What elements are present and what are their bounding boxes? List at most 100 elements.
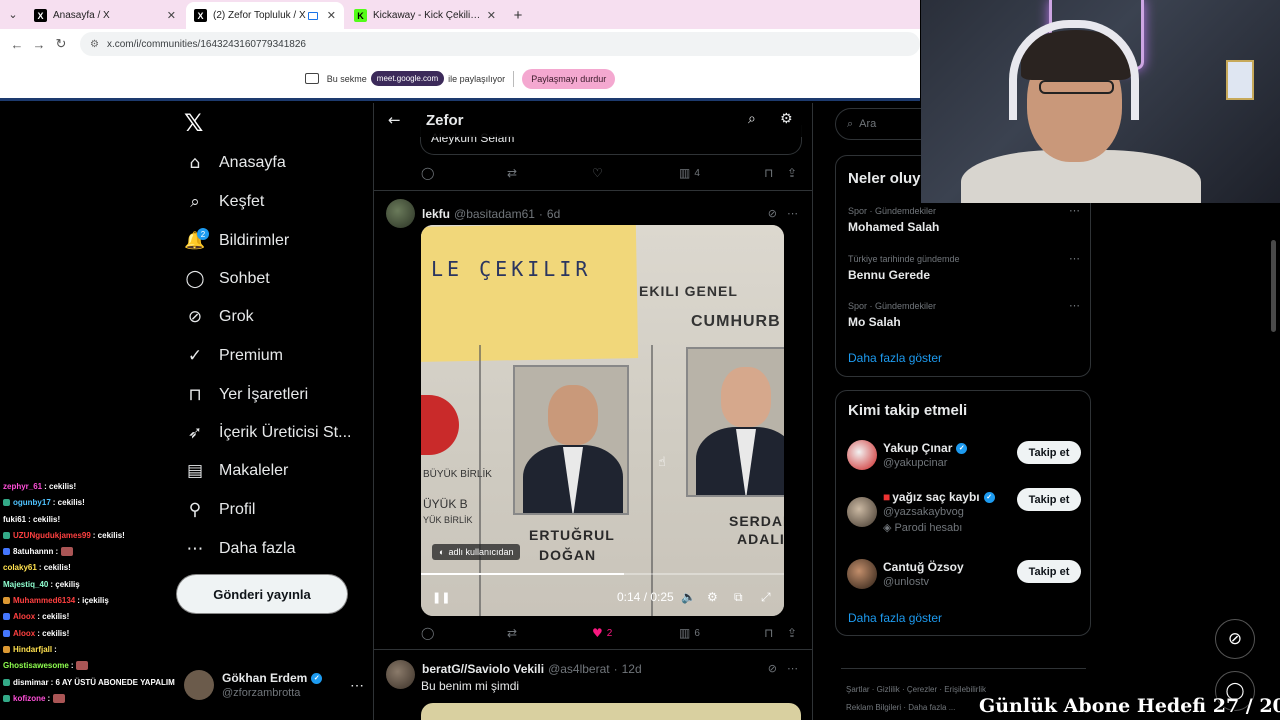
bookmark-icon[interactable]: ⊓: [764, 166, 773, 180]
trend-item[interactable]: Spor · Gündemdekiler Mo Salah ⋯: [848, 299, 1080, 329]
forward-arrow-icon[interactable]: →: [28, 37, 50, 52]
tweet-author-name[interactable]: beratG//Saviolo Vekili: [422, 662, 544, 676]
follow-suggestion[interactable]: Cantuğ Özsoy @unlostv Takip et: [847, 554, 1081, 594]
more-dots-icon[interactable]: ⋯: [1069, 252, 1080, 265]
settings-icon[interactable]: ⚙: [707, 590, 718, 604]
reply-icon[interactable]: ◯: [421, 166, 434, 180]
trend-context: Spor · Gündemdekiler: [848, 301, 937, 311]
more-dots-icon[interactable]: ⋯: [1069, 299, 1080, 312]
trend-item[interactable]: Türkiye tarihinde gündemde Bennu Gerede …: [848, 252, 1080, 282]
video-source-label[interactable]: ◐ adlı kullanıcıdan: [432, 544, 521, 560]
views-icon[interactable]: ▥ 4: [679, 166, 700, 180]
trend-item[interactable]: Spor · Gündemdekiler Mohamed Salah ⋯: [848, 204, 1080, 234]
grok-float-icon[interactable]: ⊘: [1215, 619, 1255, 659]
tweet-media[interactable]: [421, 703, 801, 720]
follow-name: yağız saç kaybı: [892, 490, 980, 504]
more-dots-icon[interactable]: ⋯: [787, 207, 798, 220]
url-field[interactable]: ⚙ x.com/i/communities/164324316077934182…: [80, 32, 920, 56]
follow-suggestion[interactable]: Yakup Çınar ✓ @yakupcinar Takip et: [847, 435, 1081, 475]
back-arrow-icon[interactable]: ←: [388, 111, 408, 129]
show-more-link[interactable]: Daha fazla göster: [848, 611, 942, 625]
site-info-icon[interactable]: ⚙: [90, 39, 99, 50]
avatar[interactable]: [386, 660, 415, 689]
footer-link[interactable]: Erişilebilirlik: [944, 685, 986, 694]
nav-item-5[interactable]: ✓ Premium: [184, 341, 283, 371]
avatar: [847, 440, 877, 470]
tweet-author-handle[interactable]: @basitadam61: [454, 207, 535, 221]
tab-close-icon[interactable]: ✕: [487, 9, 496, 22]
tweet-video[interactable]: LE ÇEKILIR EKILI GENEL CUMHURB BÜYÜK BİR…: [421, 225, 784, 616]
nav-item-3[interactable]: ◯ Sohbet: [184, 264, 269, 294]
nav-item-2[interactable]: 🔔 2 Bildirimler: [184, 226, 289, 256]
account-switcher[interactable]: Gökhan Erdem ✓ @zforzambrotta ⋯: [184, 665, 364, 705]
nav-item-8[interactable]: ▤ Makaleler: [184, 456, 288, 486]
share-icon[interactable]: ⇪: [787, 166, 797, 180]
more-dots-icon[interactable]: ⋯: [787, 662, 798, 675]
meet-chip[interactable]: meet.google.com: [370, 71, 445, 86]
more-dots-icon[interactable]: ⋯: [350, 677, 364, 694]
avatar[interactable]: [386, 199, 415, 228]
footer-link[interactable]: Gizlilik: [877, 685, 900, 694]
retweet-icon[interactable]: ⇄: [507, 626, 517, 640]
account-name: Gökhan Erdem: [222, 671, 308, 685]
nav-item-10[interactable]: ⋯ Daha fazla: [184, 534, 296, 564]
browser-tab[interactable]: K Kickaway - Kick Çekiliş Aracı ✕: [346, 2, 504, 29]
tab-close-icon[interactable]: ✕: [167, 9, 176, 22]
chat-text: : cekilis!: [37, 612, 70, 622]
views-icon[interactable]: ▥ 6: [679, 626, 700, 640]
footer-link[interactable]: Daha fazla ...: [908, 703, 955, 712]
screen: ⌄ X Anasayfa / X ✕ X (2) Zefor Topluluk …: [0, 0, 1280, 720]
tab-close-icon[interactable]: ✕: [327, 9, 336, 22]
footer-link[interactable]: Şartlar: [846, 685, 870, 694]
share-icon[interactable]: ⇪: [787, 626, 797, 640]
tab-search-chevron-icon[interactable]: ⌄: [0, 0, 26, 29]
reply-icon[interactable]: ◯: [421, 626, 434, 640]
nav-item-6[interactable]: ⊓ Yer İşaretleri: [184, 380, 308, 410]
browser-tab-active[interactable]: X (2) Zefor Topluluk / X ✕: [186, 2, 344, 29]
video-progress-bar[interactable]: [421, 573, 784, 575]
fullscreen-icon[interactable]: ⤢: [761, 590, 771, 605]
like-icon[interactable]: ♥ 2: [592, 626, 612, 640]
share-suffix: ile paylaşılıyor: [448, 73, 506, 84]
back-arrow-icon[interactable]: ←: [6, 37, 28, 52]
grok-icon[interactable]: ⊘: [768, 662, 777, 675]
search-icon[interactable]: ⌕: [748, 111, 756, 127]
tab-sharing-bar: Bu sekme meet.google.com ile paylaşılıyo…: [0, 59, 920, 101]
footer-link[interactable]: Çerezler: [907, 685, 937, 694]
like-icon[interactable]: ♡: [592, 166, 603, 180]
retweet-icon[interactable]: ⇄: [507, 166, 517, 180]
grok-icon[interactable]: ⊘: [768, 207, 777, 220]
nav-item-9[interactable]: ⚲ Profil: [184, 495, 256, 525]
reload-icon[interactable]: ↻: [50, 36, 72, 52]
tweet-age[interactable]: 12d: [622, 662, 642, 676]
post-button[interactable]: Gönderi yayınla: [177, 575, 347, 613]
browser-tab[interactable]: X Anasayfa / X ✕: [26, 2, 184, 29]
follow-button[interactable]: Takip et: [1017, 560, 1081, 583]
verified-badge-icon: ✓: [311, 672, 323, 684]
show-more-link[interactable]: Daha fazla göster: [848, 351, 942, 365]
follow-button[interactable]: Takip et: [1017, 441, 1081, 464]
pip-icon[interactable]: ⧉: [734, 590, 743, 605]
tweet-age[interactable]: 6d: [547, 207, 560, 221]
stop-sharing-button[interactable]: Paylaşmayı durdur: [522, 68, 616, 89]
follow-suggestion[interactable]: ■ yağız saç kaybı ✓ @yazsakaybvog ◈ Parodi …: [847, 486, 1081, 538]
x-logo-icon[interactable]: 𝕏: [184, 109, 203, 137]
tweet-author-handle[interactable]: @as4lberat: [548, 662, 610, 676]
bookmark-icon[interactable]: ⊓: [764, 626, 773, 640]
chat-text: : cekilis!: [92, 530, 125, 540]
turkey-flag-icon: ■: [883, 490, 891, 504]
new-tab-icon[interactable]: +: [506, 2, 530, 29]
volume-icon[interactable]: 🔈: [681, 590, 696, 604]
scrollbar[interactable]: [1271, 240, 1276, 332]
gear-icon[interactable]: ⚙: [780, 111, 793, 127]
tweet-author-name[interactable]: lekfu: [422, 207, 450, 221]
nav-item-1[interactable]: ⌕ Keşfet: [184, 187, 264, 217]
nav-item-4[interactable]: ⊘ Grok: [184, 302, 254, 332]
nav-item-0[interactable]: ⌂ Anasayfa: [184, 148, 286, 178]
search-icon: ⌕: [190, 192, 200, 212]
more-dots-icon[interactable]: ⋯: [1069, 204, 1080, 217]
footer-link[interactable]: Reklam Bilgileri: [846, 703, 901, 712]
follow-button[interactable]: Takip et: [1017, 488, 1081, 511]
pause-icon[interactable]: ❚❚: [432, 591, 450, 604]
nav-item-7[interactable]: ➶ İçerik Üreticisi St...: [184, 418, 352, 448]
